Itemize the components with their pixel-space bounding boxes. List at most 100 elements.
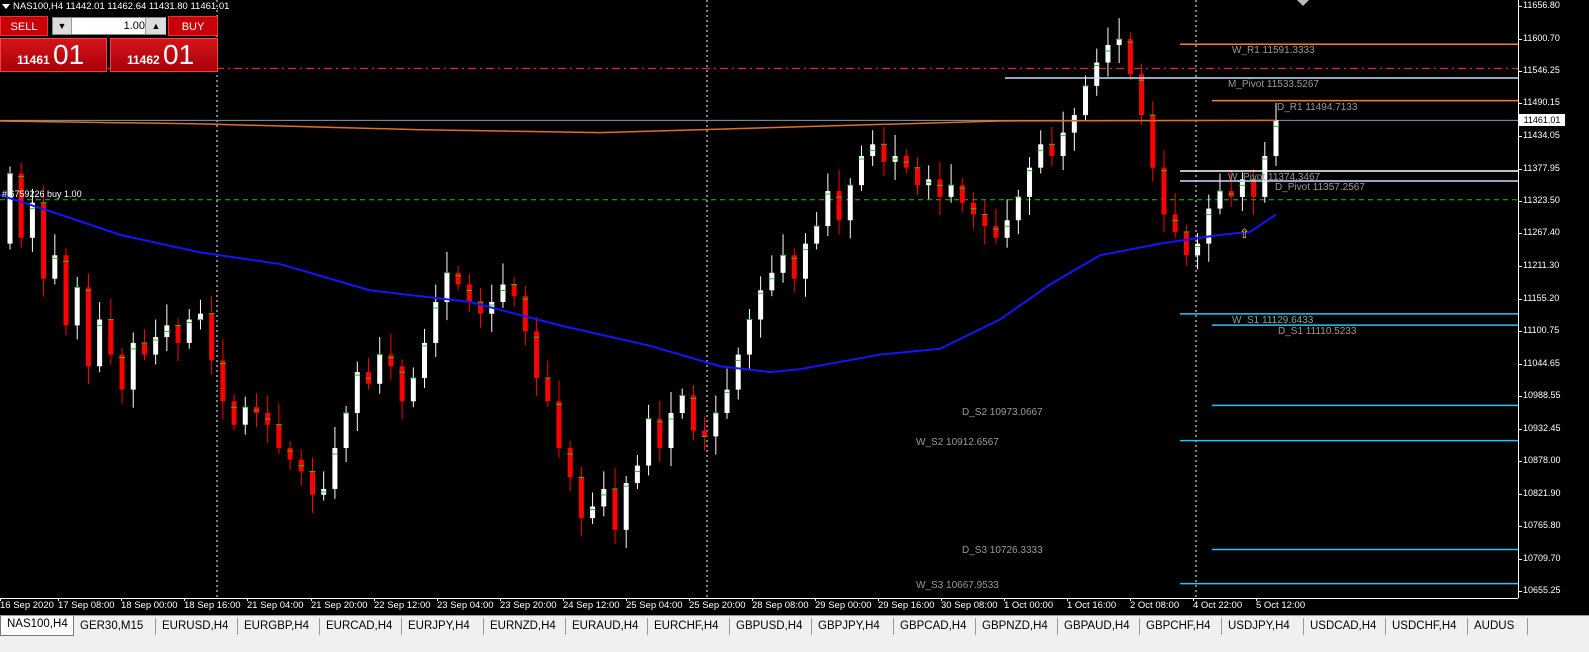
current-price-marker: 11461.01 — [1519, 114, 1565, 127]
lot-size-stepper: ▼ ▲ — [52, 17, 166, 35]
chart-tab-usdchf-h4[interactable]: USDCHF,H4 — [1386, 618, 1468, 635]
price-tick-label: 11155.20 — [1517, 292, 1560, 303]
candle-body — [343, 412, 349, 449]
lot-decrease-button[interactable]: ▼ — [53, 18, 72, 34]
candle-body — [41, 202, 47, 279]
chart-tab-euraud-h4[interactable]: EURAUD,H4 — [566, 618, 648, 635]
long-moving-average-line — [0, 119, 1277, 134]
buy-price-minor: 01 — [163, 39, 195, 70]
candle-body — [623, 483, 629, 530]
candle-body — [769, 272, 775, 291]
candle-body — [1217, 191, 1223, 209]
candle-body — [679, 395, 685, 413]
one-click-trade-panel: SELL ▼ ▲ BUY 11461 01 11462 01 — [0, 16, 220, 72]
chart-tab-gbpaud-h4[interactable]: GBPAUD,H4 — [1058, 618, 1140, 635]
chart-tab-gbpnzd-h4[interactable]: GBPNZD,H4 — [976, 618, 1058, 635]
candle-body — [1161, 167, 1167, 215]
time-tick-label: 30 Sep 08:00 — [941, 598, 998, 611]
chart-tab-audus[interactable]: AUDUS — [1468, 618, 1528, 635]
time-tick-label: 22 Sep 12:00 — [374, 598, 431, 611]
candle-body — [1206, 208, 1212, 244]
chart-tab-ger30-m15[interactable]: GER30,M15 — [74, 618, 156, 635]
price-tick-label: 11377.95 — [1518, 162, 1560, 173]
candle-body — [130, 342, 136, 390]
candle-body — [802, 243, 808, 279]
buy-button[interactable]: BUY — [168, 16, 218, 36]
chart-tab-gbpjpy-h4[interactable]: GBPJPY,H4 — [812, 618, 894, 635]
candle-body — [197, 313, 203, 320]
candle-body — [1071, 115, 1077, 133]
chart-tab-gbpusd-h4[interactable]: GBPUSD,H4 — [730, 618, 812, 635]
candle-body — [175, 325, 181, 343]
candle-body — [388, 354, 394, 367]
chart-area[interactable]: ⇧ NAS100,H4 11442.01 11462.64 11431.80 1… — [0, 0, 1518, 598]
chart-tab-eurjpy-h4[interactable]: EURJPY,H4 — [402, 618, 484, 635]
candle-body — [982, 214, 988, 227]
chart-tab-gbpcad-h4[interactable]: GBPCAD,H4 — [894, 618, 976, 635]
time-tick-label: 21 Sep 20:00 — [311, 598, 368, 611]
candle-body — [141, 342, 147, 355]
buy-price-major: 11462 — [127, 53, 160, 67]
candle-body — [791, 255, 797, 279]
candle-body — [567, 448, 573, 478]
price-tick-label: 11211.30 — [1517, 260, 1560, 271]
price-tick-label: 10878.00 — [1518, 454, 1561, 465]
sell-button[interactable]: SELL — [0, 16, 48, 36]
candle-body — [601, 488, 607, 507]
candle-body — [881, 144, 887, 162]
time-tick-label: 29 Sep 00:00 — [815, 598, 872, 611]
candle-body — [1027, 167, 1033, 197]
lot-size-input[interactable] — [73, 19, 147, 33]
price-tick-label: 11490.15 — [1518, 97, 1560, 108]
candle-body — [937, 179, 943, 197]
candle-body — [377, 354, 383, 384]
chart-tab-gbpchf-h4[interactable]: GBPCHF,H4 — [1140, 618, 1222, 635]
candle-body — [74, 287, 80, 326]
candle-body — [746, 319, 752, 355]
candle-body — [590, 506, 596, 519]
candle-body — [119, 354, 125, 390]
chart-tab-usdjpy-h4[interactable]: USDJPY,H4 — [1222, 618, 1304, 635]
candle-body — [758, 290, 764, 320]
chart-tab-eurusd-h4[interactable]: EURUSD,H4 — [156, 618, 238, 635]
lot-increase-button[interactable]: ▲ — [145, 18, 166, 34]
candle-body — [85, 287, 91, 367]
candle-body — [108, 319, 114, 355]
time-tick-label: 16 Sep 2020 — [0, 598, 54, 611]
candle-body — [612, 488, 618, 530]
price-tick-label: 10765.80 — [1518, 520, 1561, 531]
pivot-label-w-s2: W_S2 10912.6567 — [916, 436, 999, 448]
time-tick-label: 4 Oct 22:00 — [1193, 598, 1243, 611]
moving-average-line — [0, 194, 1277, 374]
candle-body — [52, 255, 58, 279]
candle-body — [186, 319, 192, 343]
candle-body — [29, 202, 35, 238]
chart-tab-eurcad-h4[interactable]: EURCAD,H4 — [320, 618, 402, 635]
candle-body — [1004, 220, 1010, 238]
candle-body — [646, 418, 652, 466]
price-axis[interactable]: 11656.80 11600.70 11546.25 11490.15 11434.05… — [1517, 0, 1589, 598]
candle-body — [455, 272, 461, 285]
chart-tab-usdcad-h4[interactable]: USDCAD,H4 — [1304, 618, 1386, 635]
buy-price-button[interactable]: 11462 01 — [110, 38, 218, 72]
candle-body — [1195, 243, 1201, 256]
candle-body — [18, 173, 24, 238]
price-tick-label: 10709.70 — [1518, 553, 1561, 564]
candle-body — [444, 272, 450, 303]
chart-tab-eurnzd-h4[interactable]: EURNZD,H4 — [484, 618, 566, 635]
candle-body — [668, 412, 674, 449]
chart-tab-eurchf-h4[interactable]: EURCHF,H4 — [648, 618, 730, 635]
chart-tab-eurgbp-h4[interactable]: EURGBP,H4 — [238, 618, 320, 635]
sell-price-button[interactable]: 11461 01 — [0, 38, 107, 72]
pivot-label-d-r1: D_R1 11494.7133 — [1277, 101, 1358, 113]
time-tick-label: 18 Sep 16:00 — [184, 598, 241, 611]
candle-body — [702, 430, 708, 437]
chart-tab-nas100-h4[interactable]: NAS100,H4 — [0, 616, 74, 636]
time-tick-label: 2 Oct 08:00 — [1130, 598, 1180, 611]
candle-body — [220, 360, 226, 402]
pivot-label-w-s3: W_S3 10667.9533 — [916, 579, 999, 591]
pivot-label-w-r1: W_R1 11591.3333 — [1232, 45, 1315, 57]
candle-body — [1105, 45, 1111, 63]
chevron-down-icon — [2, 3, 10, 9]
time-axis[interactable]: 16 Sep 2020 17 Sep 08:00 18 Sep 00:00 18 Se… — [0, 598, 1518, 615]
